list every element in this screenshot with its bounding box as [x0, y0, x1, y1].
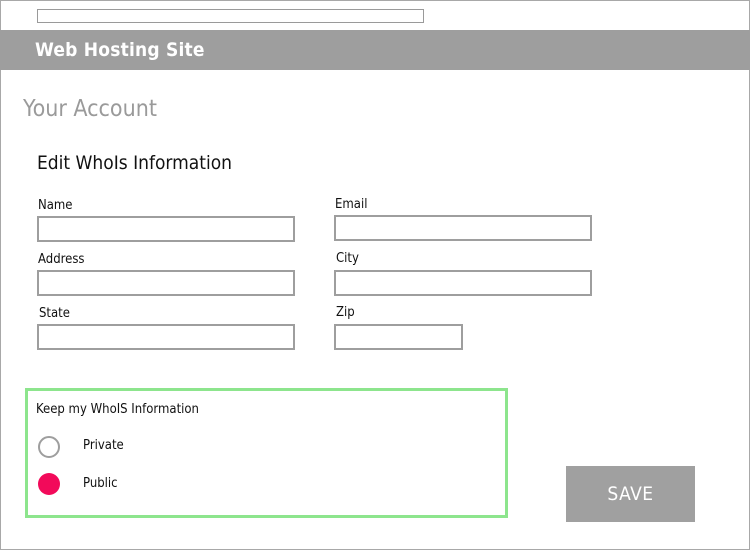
private-radio[interactable]	[38, 436, 60, 458]
email-field[interactable]	[334, 215, 592, 241]
city-field[interactable]	[334, 270, 592, 296]
whois-privacy-heading: Keep my WhoIS Information	[36, 402, 199, 417]
name-label: Name	[38, 198, 73, 213]
section-title: Edit WhoIs Information	[37, 152, 232, 174]
save-button[interactable]: SAVE	[566, 466, 695, 522]
private-radio-label[interactable]: Private	[83, 438, 124, 454]
public-radio-label[interactable]: Public	[83, 476, 118, 492]
public-radio[interactable]	[38, 473, 60, 495]
site-header: Web Hosting Site	[0, 30, 750, 70]
address-bar[interactable]	[37, 9, 424, 23]
address-label: Address	[38, 252, 85, 267]
email-label: Email	[335, 197, 368, 212]
name-field[interactable]	[37, 216, 295, 242]
address-field[interactable]	[37, 270, 295, 296]
state-field[interactable]	[37, 324, 295, 350]
city-label: City	[336, 251, 359, 266]
page-title: Your Account	[23, 96, 157, 122]
site-title: Web Hosting Site	[35, 39, 205, 61]
zip-field[interactable]	[334, 324, 463, 350]
zip-label: Zip	[336, 305, 355, 320]
state-label: State	[39, 306, 70, 321]
